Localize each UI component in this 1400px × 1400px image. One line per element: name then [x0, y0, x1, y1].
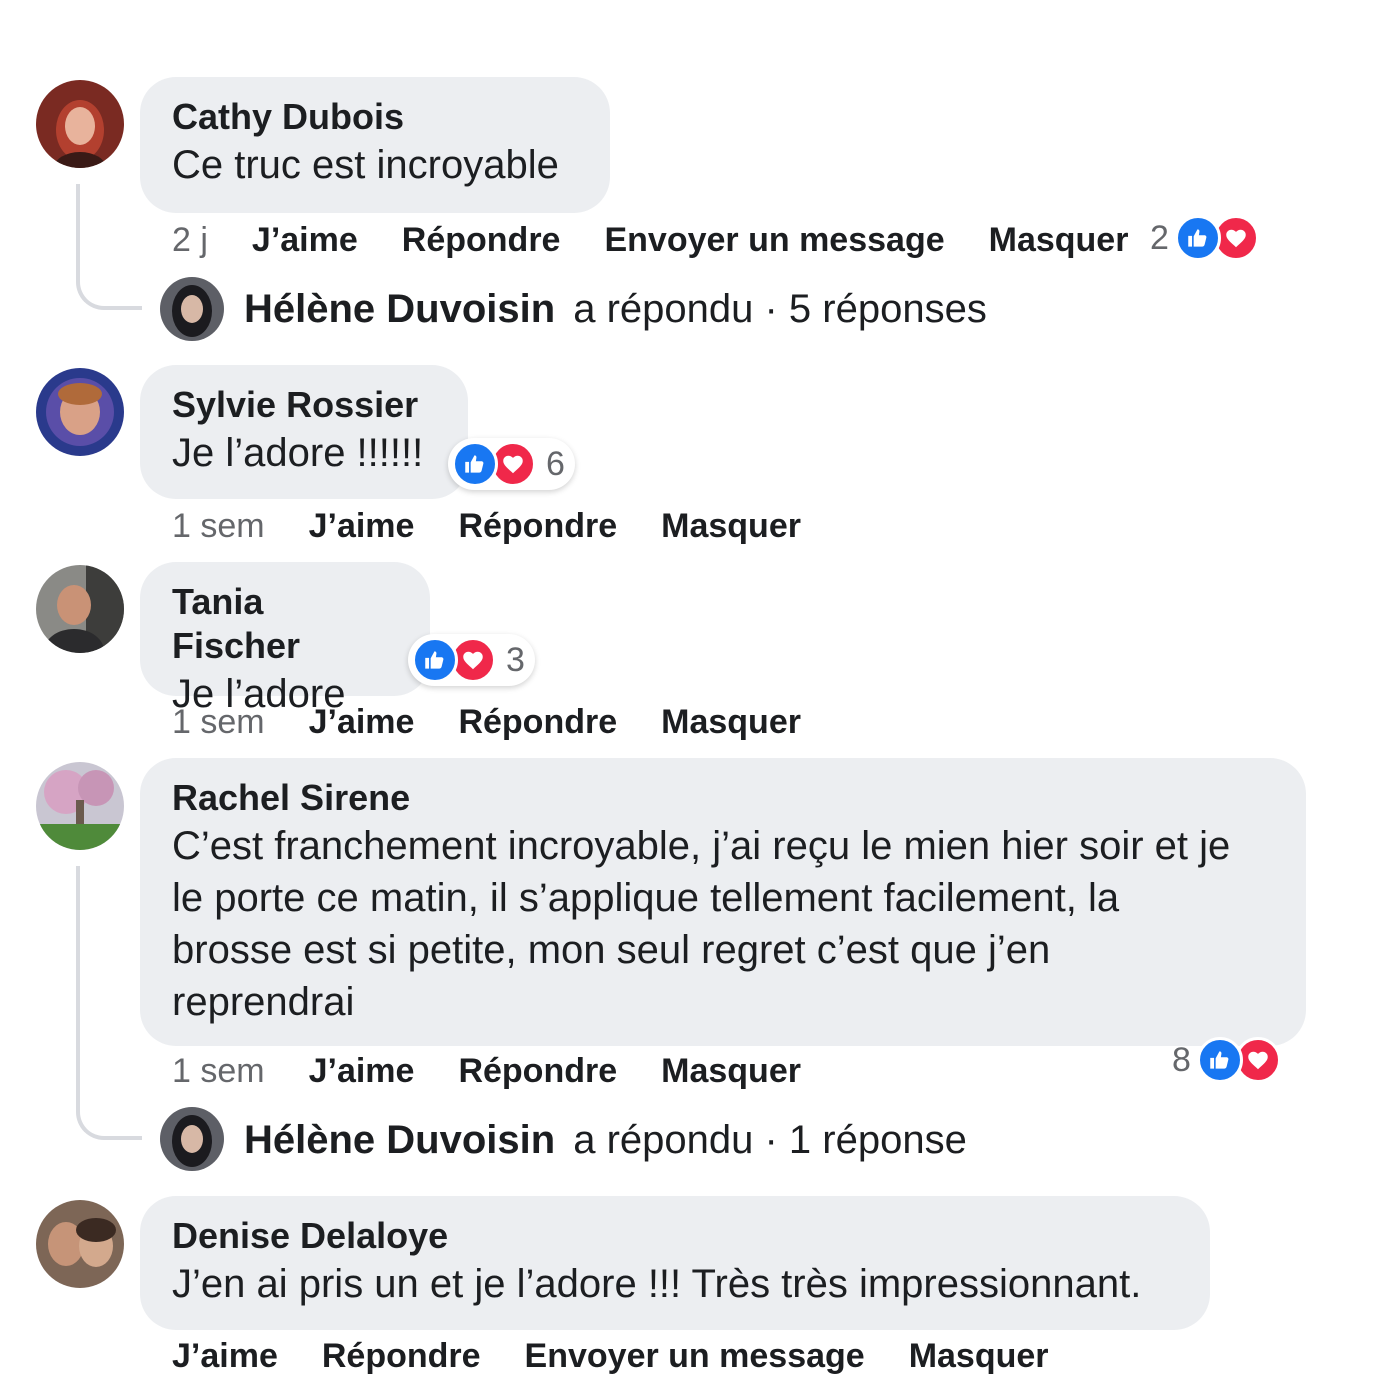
comment-text-line: le porte ce matin, il s’applique telleme… — [172, 876, 1120, 920]
reaction-summary[interactable]: 2 — [1150, 212, 1259, 264]
thread-connector — [76, 184, 142, 310]
reply-author[interactable]: Hélène Duvoisin — [244, 285, 555, 333]
like-button[interactable]: J’aime — [309, 507, 415, 546]
comment-text: Je l’adore !!!!!! — [172, 431, 424, 475]
comment-author[interactable]: Rachel Sirene — [172, 776, 1274, 820]
comment-actions: 1 sem J’aime Répondre Masquer — [172, 700, 801, 744]
comment-bubble: Rachel Sirene C’est franchement incroyab… — [140, 758, 1306, 1046]
thread-connector — [76, 866, 142, 1140]
comment-text: J’en ai pris un et je l’adore !!! Très t… — [172, 1262, 1142, 1306]
comment-actions: 1 sem J’aime Répondre Masquer — [172, 504, 801, 548]
comment-text-line: reprendrai — [172, 980, 355, 1024]
comment-text: Ce truc est incroyable — [172, 143, 559, 187]
comment-time[interactable]: 1 sem — [172, 507, 265, 546]
avatar-tania-fischer[interactable] — [36, 565, 124, 653]
reply-button[interactable]: Répondre — [402, 221, 561, 260]
reply-count-text[interactable]: a répondu · 1 réponse — [573, 1116, 967, 1164]
comment-author[interactable]: Cathy Dubois — [172, 95, 578, 139]
avatar-sylvie-rossier[interactable] — [36, 368, 124, 456]
reaction-summary[interactable]: 6 — [448, 438, 575, 490]
comment-time[interactable]: 1 sem — [172, 703, 265, 742]
thumbs-up-icon — [452, 441, 498, 487]
send-message-button[interactable]: Envoyer un message — [604, 221, 944, 260]
replies-summary[interactable]: Hélène Duvoisin a répondu · 5 réponses — [244, 285, 987, 333]
reply-count-text[interactable]: a répondu · 5 réponses — [573, 285, 987, 333]
comment-bubble: Sylvie Rossier Je l’adore !!!!!! — [140, 365, 468, 499]
avatar-helene-duvoisin[interactable] — [160, 1107, 224, 1171]
comment-bubble: Cathy Dubois Ce truc est incroyable — [140, 77, 610, 213]
hide-button[interactable]: Masquer — [989, 221, 1129, 260]
avatar-cathy-dubois[interactable] — [36, 80, 124, 168]
reaction-count: 2 — [1150, 218, 1169, 257]
replies-summary[interactable]: Hélène Duvoisin a répondu · 1 réponse — [244, 1116, 967, 1164]
like-button[interactable]: J’aime — [172, 1337, 278, 1376]
reply-button[interactable]: Répondre — [458, 703, 617, 742]
comment-bubble: Tania Fischer Je l’adore — [140, 562, 430, 716]
comment-actions: 1 sem J’aime Répondre Masquer — [172, 1049, 801, 1093]
reaction-summary[interactable]: 8 — [1172, 1034, 1281, 1086]
comment-text-line: C’est franchement incroyable, j’ai reçu … — [172, 824, 1231, 868]
comment-time[interactable]: 2 j — [172, 221, 208, 260]
reaction-count: 8 — [1172, 1040, 1191, 1079]
like-button[interactable]: J’aime — [309, 1052, 415, 1091]
reaction-count: 6 — [546, 444, 565, 483]
thumbs-up-icon — [1196, 1037, 1243, 1083]
avatar-rachel-sirene[interactable] — [36, 762, 124, 850]
hide-button[interactable]: Masquer — [661, 703, 801, 742]
reply-button[interactable]: Répondre — [458, 1052, 617, 1091]
reaction-count: 3 — [506, 640, 525, 679]
comment-time[interactable]: 1 sem — [172, 1052, 265, 1091]
thumbs-up-icon — [412, 637, 458, 683]
reaction-summary[interactable]: 3 — [408, 634, 535, 686]
comment-author[interactable]: Sylvie Rossier — [172, 383, 436, 427]
reply-button[interactable]: Répondre — [458, 507, 617, 546]
comment-actions: J’aime Répondre Envoyer un message Masqu… — [172, 1334, 1049, 1378]
send-message-button[interactable]: Envoyer un message — [525, 1337, 865, 1376]
reply-button[interactable]: Répondre — [322, 1337, 481, 1376]
avatar-denise-delaloye[interactable] — [36, 1200, 124, 1288]
hide-button[interactable]: Masquer — [909, 1337, 1049, 1376]
comment-bubble: Denise Delaloye J’en ai pris un et je l’… — [140, 1196, 1210, 1330]
comment-author[interactable]: Tania Fischer — [172, 580, 398, 668]
like-button[interactable]: J’aime — [309, 703, 415, 742]
comment-actions: 2 j J’aime Répondre Envoyer un message M… — [172, 218, 1128, 262]
hide-button[interactable]: Masquer — [661, 1052, 801, 1091]
comment-author[interactable]: Denise Delaloye — [172, 1214, 1178, 1258]
hide-button[interactable]: Masquer — [661, 507, 801, 546]
avatar-helene-duvoisin[interactable] — [160, 277, 224, 341]
comment-text-line: brosse est si petite, mon seul regret c’… — [172, 928, 1051, 972]
like-button[interactable]: J’aime — [252, 221, 358, 260]
reply-author[interactable]: Hélène Duvoisin — [244, 1116, 555, 1164]
thumbs-up-icon — [1174, 215, 1221, 261]
